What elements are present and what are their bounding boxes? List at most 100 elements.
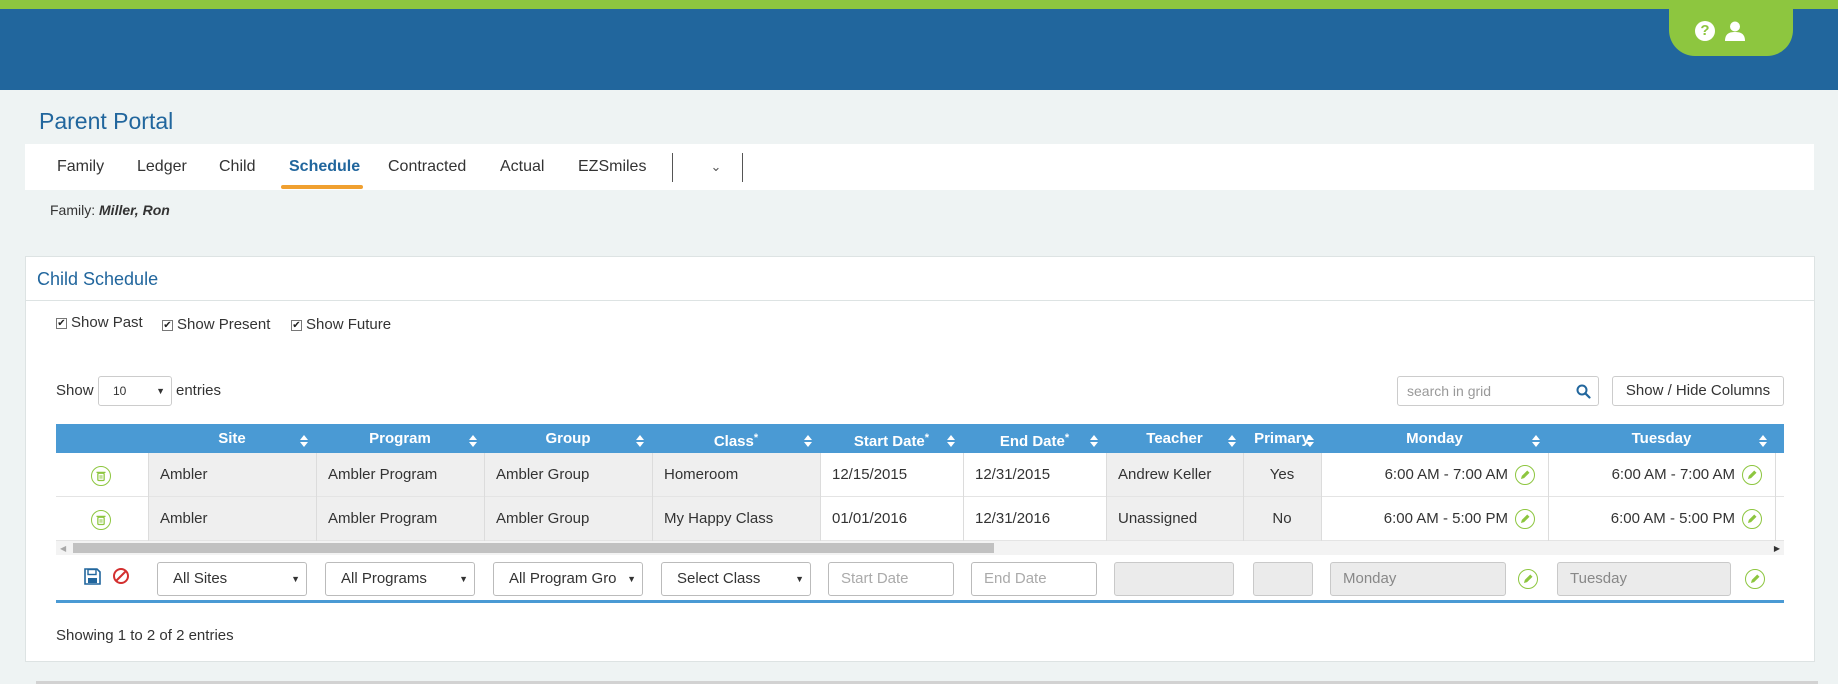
grid-search (1397, 376, 1599, 406)
family-indicator: Family: Miller, Ron (50, 202, 170, 218)
sort-icon[interactable] (636, 435, 644, 447)
column-header-program[interactable]: Program (316, 424, 484, 453)
user-menu-tab: ? (1669, 9, 1793, 56)
show-label: Show (56, 382, 94, 399)
show-hide-columns-button[interactable]: Show / Hide Columns (1612, 376, 1784, 406)
horizontal-scrollbar[interactable]: ◀ ▶ (56, 541, 1784, 555)
cell-site: Ambler (148, 453, 316, 496)
cell-tuesday: 6:00 AM - 5:00 PM (1610, 510, 1735, 527)
column-header-end-date[interactable]: End Date* (963, 424, 1106, 453)
tab-contracted[interactable]: Contracted (388, 144, 466, 190)
column-divider (1106, 453, 1107, 497)
pencil-icon[interactable] (1742, 509, 1762, 529)
entries-per-page-select[interactable]: 10 ▼ (98, 376, 172, 406)
required-mark: * (753, 432, 759, 444)
column-divider (148, 453, 149, 497)
main-tabs: Family Ledger Child Schedule Contracted … (25, 144, 1814, 190)
program-select[interactable]: All Programs ▼ (325, 562, 475, 596)
panel-title: Child Schedule (37, 269, 159, 289)
show-present-checkbox[interactable]: ✔ Show Present (162, 316, 270, 333)
pencil-icon[interactable] (1518, 569, 1538, 589)
column-divider (963, 497, 964, 541)
search-icon[interactable] (1576, 384, 1591, 399)
column-header-class[interactable]: Class* (652, 424, 820, 453)
cell-group: Ambler Group (484, 497, 652, 540)
search-input[interactable] (1407, 377, 1567, 405)
pencil-icon[interactable] (1742, 465, 1762, 485)
sort-icon[interactable] (1532, 435, 1540, 447)
column-divider (484, 497, 485, 541)
end-date-input[interactable]: End Date (971, 562, 1097, 596)
site-select[interactable]: All Sites ▼ (157, 562, 307, 596)
tab-actual[interactable]: Actual (500, 144, 544, 190)
class-select[interactable]: Select Class ▼ (661, 562, 811, 596)
pencil-icon[interactable] (1515, 509, 1535, 529)
column-divider (1106, 497, 1107, 541)
cell-start-date: 01/01/2016 (832, 510, 908, 527)
top-accent-strip (0, 0, 1838, 9)
column-divider (652, 453, 653, 497)
show-future-label: Show Future (306, 316, 392, 333)
primary-input (1253, 562, 1313, 596)
tab-ezsmiles[interactable]: EZSmiles (578, 144, 646, 190)
cell-site: Ambler (148, 497, 316, 540)
group-select[interactable]: All Program Gro ▼ (493, 562, 643, 596)
column-header-group[interactable]: Group (484, 424, 652, 453)
cell-program: Ambler Program (316, 453, 484, 496)
tab-family[interactable]: Family (57, 144, 104, 190)
show-past-checkbox[interactable]: ✔ Show Past (56, 314, 143, 331)
column-header-site[interactable]: Site (148, 424, 316, 453)
user-icon[interactable] (1724, 20, 1746, 42)
sort-icon[interactable] (804, 435, 812, 447)
sort-icon[interactable] (1759, 435, 1767, 447)
scrollbar-thumb[interactable] (73, 543, 994, 553)
column-header-tuesday[interactable]: Tuesday (1548, 424, 1775, 453)
table-row: Ambler Ambler Program Ambler Group My Ha… (56, 497, 1784, 541)
more-tabs-chevron-icon[interactable]: ⌄ (699, 144, 733, 190)
cancel-icon[interactable] (112, 567, 130, 585)
tab-schedule[interactable]: Schedule (289, 144, 360, 190)
entries-value: 10 (113, 384, 127, 398)
caret-down-icon: ▼ (795, 563, 804, 595)
column-header-teacher[interactable]: Teacher (1106, 424, 1243, 453)
tuesday-input: Tuesday (1557, 562, 1731, 596)
trash-icon[interactable] (91, 466, 111, 486)
sort-icon[interactable] (300, 435, 308, 447)
help-icon[interactable]: ? (1695, 21, 1715, 41)
entries-label: entries (176, 382, 222, 399)
caret-down-icon: ▼ (459, 563, 468, 595)
tab-divider (672, 153, 673, 182)
sort-icon[interactable] (1090, 435, 1098, 447)
column-divider (1243, 453, 1244, 497)
cell-teacher: Andrew Keller (1106, 453, 1243, 496)
cell-end-date: 12/31/2016 (975, 510, 1051, 527)
tab-child[interactable]: Child (219, 144, 255, 190)
grid-bottom-border (56, 600, 1784, 603)
caret-down-icon: ▼ (156, 386, 165, 396)
sort-icon[interactable] (469, 435, 477, 447)
tab-ledger[interactable]: Ledger (137, 144, 187, 190)
show-future-checkbox[interactable]: ✔ Show Future (291, 316, 391, 333)
checkbox-checked-icon: ✔ (162, 320, 173, 331)
cell-monday: 6:00 AM - 7:00 AM (1384, 466, 1508, 483)
scroll-right-arrow-icon[interactable]: ▶ (1774, 544, 1780, 553)
column-header-monday[interactable]: Monday (1321, 424, 1548, 453)
column-header-start-date[interactable]: Start Date* (820, 424, 963, 453)
column-divider (1775, 453, 1776, 497)
pencil-icon[interactable] (1515, 465, 1535, 485)
required-mark: * (924, 432, 930, 444)
pencil-icon[interactable] (1745, 569, 1765, 589)
cell-teacher: Unassigned (1106, 497, 1243, 540)
start-date-input[interactable]: Start Date (828, 562, 954, 596)
save-icon[interactable] (84, 568, 101, 585)
scroll-left-arrow-icon[interactable]: ◀ (60, 544, 66, 553)
column-divider (484, 453, 485, 497)
column-divider (1321, 497, 1322, 541)
sort-icon[interactable] (1306, 435, 1314, 447)
sort-icon[interactable] (1228, 435, 1236, 447)
cell-class: My Happy Class (652, 497, 820, 540)
sort-icon[interactable] (947, 435, 955, 447)
cell-start-date: 12/15/2015 (832, 466, 908, 483)
trash-icon[interactable] (91, 510, 111, 530)
column-divider (316, 453, 317, 497)
